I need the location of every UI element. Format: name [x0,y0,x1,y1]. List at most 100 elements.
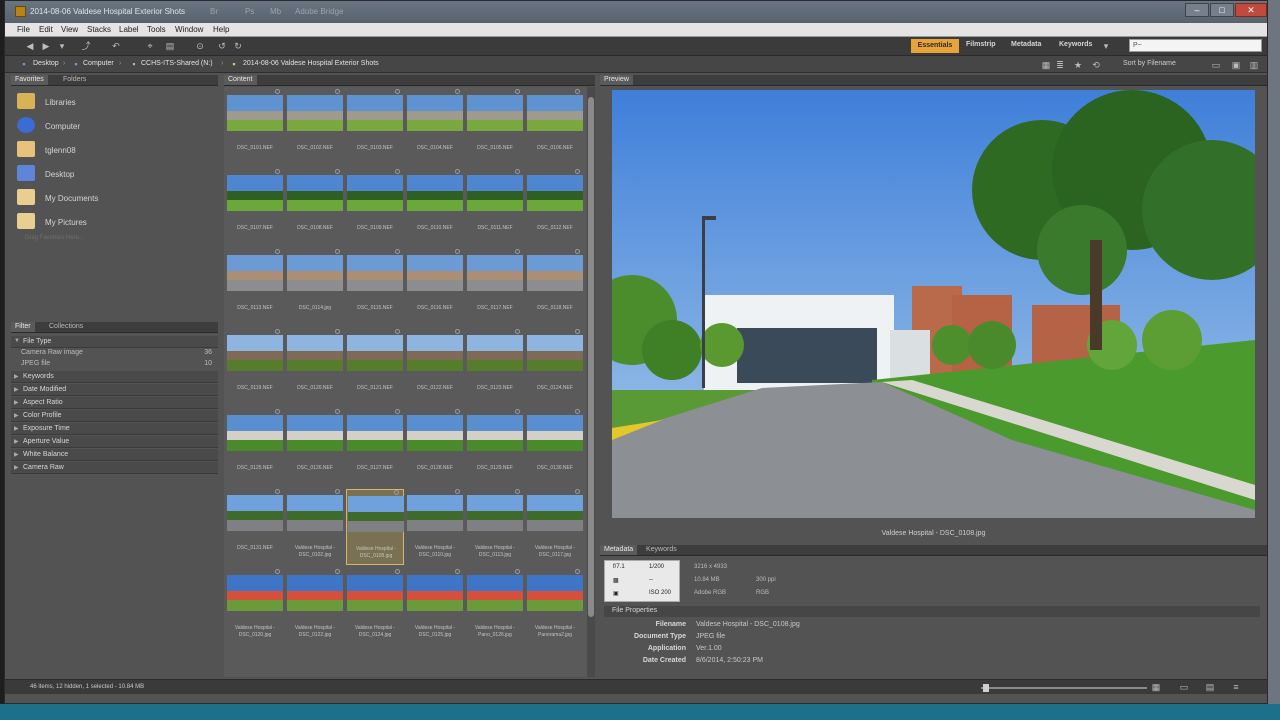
title-menu-br[interactable]: Br [210,7,218,16]
thumbnail[interactable]: DSC_0111.NEF [466,169,524,245]
filter-file-type[interactable]: ▼ File Type [11,336,218,348]
thumbnail[interactable]: DSC_0112.NEF [526,169,584,245]
tab-keywords[interactable]: Keywords [642,545,681,555]
thumbnail[interactable]: Valdese Hospital - DSC_0110.jpg [406,489,464,565]
menu-tools[interactable]: Tools [147,25,166,34]
thumbnail[interactable]: DSC_0122.NEF [406,329,464,405]
thumbnail[interactable]: Valdese Hospital - Pano_0126.jpg [466,569,524,645]
menu-help[interactable]: Help [213,25,229,34]
detail-view-icon[interactable]: ▤ [1205,682,1215,692]
tab-filter[interactable]: Filter [11,322,35,332]
path-desktop[interactable]: Desktop [33,60,59,67]
thumbnail[interactable]: DSC_0103.NEF [346,89,404,165]
thumbnail[interactable]: Valdese Hospital - DSC_0102.jpg [286,489,344,565]
list-view-icon[interactable]: ≡ [1231,682,1241,692]
preview-image[interactable] [612,90,1255,518]
menu-stacks[interactable]: Stacks [87,25,111,34]
maximize-button[interactable]: □ [1210,3,1234,17]
return-icon[interactable]: ↶ [111,41,121,51]
thumbnail[interactable]: DSC_0120.NEF [286,329,344,405]
path-computer[interactable]: Computer [83,60,114,67]
close-button[interactable]: ✕ [1235,3,1267,17]
thumbnail[interactable]: DSC_0125.NEF [226,409,284,485]
thumbnail[interactable]: DSC_0126.NEF [286,409,344,485]
filter-color-profile[interactable]: ▶ Color Profile [11,410,218,422]
rotate-cw-icon[interactable]: ↻ [233,41,243,51]
open-recent-icon[interactable]: ▭ [1211,60,1221,70]
star-filter-icon[interactable]: ★ [1073,60,1083,70]
thumbnail[interactable]: DSC_0109.NEF [346,169,404,245]
thumbnail[interactable]: Valdese Hospital - DSC_0124.jpg [346,569,404,645]
filter-exposure-time[interactable]: ▶ Exposure Time [11,423,218,435]
thumbnail[interactable]: DSC_0115.NEF [346,249,404,325]
favorite-user[interactable]: tglenn08 [17,139,207,161]
workspace-essentials-button[interactable]: Essentials [911,39,959,53]
thumbnail-size-slider[interactable] [981,687,1147,689]
thumbnail[interactable]: DSC_0110.NEF [406,169,464,245]
workspace-filmstrip-button[interactable]: Filmstrip [966,41,996,48]
thumbnail[interactable]: DSC_0117.NEF [466,249,524,325]
thumbnail[interactable]: DSC_0102.NEF [286,89,344,165]
tab-favorites[interactable]: Favorites [11,75,48,85]
workspace-keywords-button[interactable]: Keywords [1059,41,1092,48]
thumbnail[interactable]: DSC_0108.NEF [286,169,344,245]
thumbnail[interactable]: Valdese Hospital - DSC_0113.jpg [466,489,524,565]
thumbnail[interactable]: DSC_0105.NEF [466,89,524,165]
workspace-metadata-button[interactable]: Metadata [1011,41,1041,48]
thumbnail[interactable]: DSC_0131.NEF [226,489,284,565]
rotate-ccw-icon[interactable]: ↺ [217,41,227,51]
menu-view[interactable]: View [61,25,78,34]
filter-keywords[interactable]: ▶ Keywords [11,371,218,383]
thumbnail[interactable]: DSC_0114.jpg [286,249,344,325]
lock-icon[interactable]: ▦ [1151,682,1161,692]
thumbnail[interactable]: Valdese Hospital - DSC_0117.jpg [526,489,584,565]
favorite-computer[interactable]: Computer [17,115,207,137]
path-drive[interactable]: CCHS-ITS-Shared (N:) [141,60,213,67]
menu-file[interactable]: File [17,25,30,34]
thumbnail[interactable]: DSC_0104.NEF [406,89,464,165]
tab-metadata[interactable]: Metadata [600,545,638,555]
list-view-icon[interactable]: ≣ [1055,60,1065,70]
thumbnail[interactable]: DSC_0127.NEF [346,409,404,485]
rotate-icon[interactable]: ⟲ [1091,60,1101,70]
review-icon[interactable]: ⊙ [195,41,205,51]
thumbnail[interactable]: DSC_0128.NEF [406,409,464,485]
workspace-dropdown-icon[interactable]: ▾ [1101,41,1111,51]
title-menu-mb[interactable]: Mb [270,7,281,16]
thumbnail[interactable]: DSC_0130.NEF [526,409,584,485]
favorite-my-documents[interactable]: My Documents [17,187,207,209]
thumbnail[interactable]: DSC_0124.NEF [526,329,584,405]
thumbnail[interactable]: Valdese Hospital - DSC_0120.jpg [226,569,284,645]
favorite-my-pictures[interactable]: My Pictures [17,211,207,233]
thumbnail[interactable]: DSC_0107.NEF [226,169,284,245]
favorite-desktop[interactable]: Desktop [17,163,207,185]
thumbnail[interactable]: Valdese Hospital - DSC_0108.jpg [346,489,404,565]
back-icon[interactable]: ◀ [25,41,35,51]
tab-preview[interactable]: Preview [600,75,633,85]
minimize-button[interactable]: – [1185,3,1209,17]
forward-icon[interactable]: ▶ [41,41,51,51]
filter-aperture-value[interactable]: ▶ Aperture Value [11,436,218,448]
path-folder[interactable]: 2014-08-06 Valdese Hospital Exterior Sho… [243,60,379,67]
thumbnail[interactable]: Valdese Hospital - DSC_0125.jpg [406,569,464,645]
file-properties-header[interactable]: File Properties [604,606,1260,617]
thumbnail[interactable]: DSC_0118.NEF [526,249,584,325]
filter-white-balance[interactable]: ▶ White Balance [11,449,218,461]
thumbnail-size-knob[interactable] [983,684,989,692]
grid-view-icon[interactable]: ▦ [1041,60,1051,70]
thumbnail-view-icon[interactable]: ▭ [1179,682,1189,692]
filter-aspect-ratio[interactable]: ▶ Aspect Ratio [11,397,218,409]
favorite-libraries[interactable]: Libraries [17,91,207,113]
thumbnail[interactable]: DSC_0123.NEF [466,329,524,405]
content-scrollbar-thumb[interactable] [588,97,594,617]
refine-icon[interactable]: ▤ [165,41,175,51]
filter-camera-raw[interactable]: ▶ Camera Raw [11,462,218,474]
thumbnail[interactable]: Valdese Hospital - DSC_0122.jpg [286,569,344,645]
thumbnail[interactable]: DSC_0129.NEF [466,409,524,485]
tab-folders[interactable]: Folders [59,75,90,85]
filter-item-jpeg[interactable]: JPEG file 10 [11,359,218,370]
thumbnail[interactable]: DSC_0113.NEF [226,249,284,325]
thumbnail[interactable]: DSC_0119.NEF [226,329,284,405]
title-menu-ps[interactable]: Ps [245,7,254,16]
go-parent-icon[interactable]: ⤴ [81,41,91,51]
